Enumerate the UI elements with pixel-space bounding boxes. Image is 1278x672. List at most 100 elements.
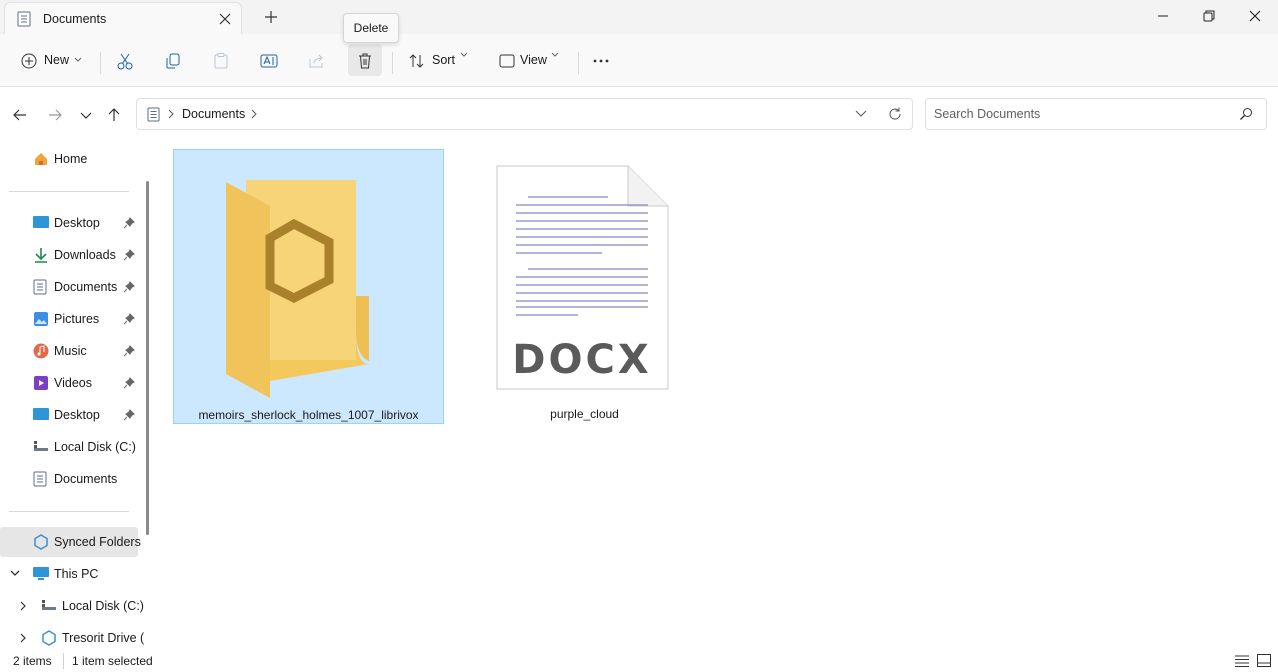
rename-button[interactable]	[252, 44, 286, 76]
documents-icon	[33, 279, 47, 295]
sidebar-item-label: Local Disk (C:)	[62, 599, 144, 613]
sort-label: Sort	[432, 53, 455, 67]
search-icon[interactable]	[1239, 107, 1253, 121]
file-item-docx[interactable]: DOCX purple_cloud	[449, 149, 720, 424]
documents-icon	[17, 11, 31, 27]
sidebar-item-music[interactable]: Music	[0, 336, 138, 366]
title-bar: Documents	[0, 0, 1278, 34]
sidebar-item-documents-2[interactable]: Documents	[0, 464, 138, 494]
download-icon	[33, 247, 49, 263]
documents-icon	[147, 107, 160, 122]
breadcrumb-documents[interactable]: Documents	[182, 107, 245, 121]
sidebar-item-home[interactable]: Home	[0, 144, 138, 174]
chevron-right-icon[interactable]	[20, 633, 27, 643]
chevron-right-icon[interactable]	[20, 601, 27, 611]
sidebar-item-label: Home	[54, 152, 88, 166]
sidebar-item-local-disk[interactable]: Local Disk (C:)	[0, 432, 138, 462]
chevron-down-icon[interactable]	[855, 110, 867, 118]
restore-button[interactable]	[1186, 0, 1232, 32]
sort-button[interactable]: Sort	[400, 44, 478, 76]
tab-documents[interactable]: Documents	[4, 2, 242, 34]
close-icon[interactable]	[217, 11, 233, 27]
sidebar-item-label: Documents	[54, 472, 118, 486]
sidebar-item-label: This PC	[54, 567, 99, 581]
chevron-right-icon[interactable]	[167, 109, 175, 119]
details-view-icon[interactable]	[1235, 655, 1249, 667]
pin-icon[interactable]	[123, 217, 135, 229]
drive-icon	[33, 439, 49, 453]
toolbar-separator	[100, 52, 101, 74]
pin-icon[interactable]	[123, 249, 135, 261]
home-icon	[33, 151, 49, 167]
refresh-icon[interactable]	[887, 106, 903, 122]
recent-locations-icon[interactable]	[77, 106, 95, 124]
navigation-row: Documents Search Documents	[0, 87, 1278, 143]
paste-button[interactable]	[204, 44, 238, 76]
desktop-icon	[33, 407, 49, 421]
cut-button[interactable]	[108, 44, 142, 76]
sidebar-item-label: Tresorit Drive (	[62, 631, 145, 645]
pin-icon[interactable]	[123, 313, 135, 325]
command-bar: New Sort View Delete	[0, 13, 1278, 87]
drive-icon	[41, 598, 57, 612]
sidebar-scrollbar[interactable]	[146, 181, 149, 535]
search-input[interactable]: Search Documents	[934, 107, 1040, 121]
pin-icon[interactable]	[123, 281, 135, 293]
sidebar-item-pc-local-disk[interactable]: Local Disk (C:)	[0, 591, 144, 621]
new-button[interactable]: New	[12, 44, 88, 76]
file-name: memoirs_sherlock_holmes_1007_librivox	[198, 408, 419, 422]
tiles-view-icon[interactable]	[1257, 654, 1271, 667]
forward-arrow-icon[interactable]	[46, 106, 64, 124]
sort-icon	[409, 54, 424, 68]
sidebar-item-desktop[interactable]: Desktop	[0, 208, 138, 238]
chevron-down-icon	[74, 57, 82, 62]
plus-icon[interactable]	[262, 8, 280, 26]
view-button[interactable]: View	[490, 44, 570, 76]
sidebar-item-downloads[interactable]: Downloads	[0, 240, 138, 270]
file-name: purple_cloud	[550, 407, 619, 421]
address-bar[interactable]: Documents	[136, 98, 913, 130]
pin-icon[interactable]	[123, 377, 135, 389]
sidebar-item-label: Videos	[54, 376, 92, 390]
chevron-right-icon[interactable]	[250, 109, 258, 119]
delete-button[interactable]	[348, 44, 382, 76]
back-arrow-icon[interactable]	[11, 106, 29, 124]
sidebar-item-label: Pictures	[54, 312, 100, 326]
sidebar-item-documents[interactable]: Documents	[0, 272, 138, 302]
documents-icon	[33, 471, 47, 487]
close-window-button[interactable]	[1232, 0, 1278, 32]
up-arrow-icon[interactable]	[105, 106, 123, 124]
sidebar-item-videos[interactable]: Videos	[0, 368, 138, 398]
selection-count: 1 item selected	[72, 654, 153, 668]
share-button[interactable]	[300, 44, 334, 76]
delete-icon	[359, 53, 371, 69]
toolbar-separator	[578, 52, 579, 74]
sidebar-item-pictures[interactable]: Pictures	[0, 304, 138, 334]
sidebar-item-this-pc[interactable]: This PC	[0, 559, 138, 589]
more-options-button[interactable]	[584, 44, 616, 76]
new-label: New	[44, 53, 70, 67]
sidebar-item-tresorit-drive[interactable]: Tresorit Drive (	[0, 623, 144, 653]
tab-title: Documents	[43, 12, 107, 26]
pin-icon[interactable]	[123, 345, 135, 357]
computer-icon	[33, 566, 49, 581]
chevron-down-icon[interactable]	[10, 570, 20, 577]
navigation-pane: Home Desktop Downloads Documents Picture…	[0, 143, 154, 651]
sidebar-item-synced-folders[interactable]: Synced Folders	[0, 527, 141, 557]
tresorit-icon	[41, 630, 57, 646]
file-item-folder[interactable]: memoirs_sherlock_holmes_1007_librivox	[173, 149, 444, 424]
chevron-down-icon	[460, 52, 468, 57]
pin-icon[interactable]	[123, 409, 135, 421]
cut-icon	[117, 53, 133, 70]
search-box[interactable]: Search Documents	[925, 98, 1267, 130]
more-icon	[593, 59, 609, 63]
sidebar-item-label: Local Disk (C:)	[54, 440, 136, 454]
status-bar: 2 items 1 item selected	[0, 651, 1278, 672]
view-icon	[499, 54, 515, 68]
file-view: memoirs_sherlock_holmes_1007_librivox DO…	[157, 143, 1278, 651]
minimize-button[interactable]	[1140, 0, 1186, 32]
sidebar-item-desktop-2[interactable]: Desktop	[0, 400, 138, 430]
sidebar-item-label: Synced Folders	[54, 535, 141, 549]
copy-button[interactable]	[156, 44, 190, 76]
delete-tooltip: Delete	[343, 13, 399, 43]
